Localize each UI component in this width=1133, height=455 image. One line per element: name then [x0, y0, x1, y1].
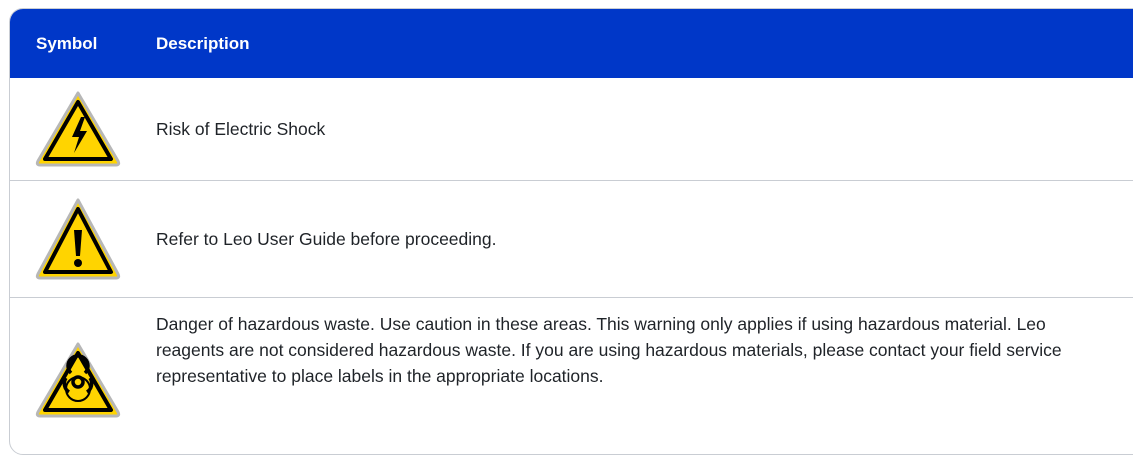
electric-shock-warning-icon: [32, 87, 124, 171]
biohazard-warning-icon: [32, 340, 124, 420]
general-warning-icon: [32, 194, 124, 284]
table-row: Danger of hazardous waste. Use caution i…: [10, 298, 1133, 454]
table-row: Refer to Leo User Guide before proceedin…: [10, 181, 1133, 298]
description-cell: Risk of Electric Shock: [156, 119, 326, 139]
symbol-cell: [10, 87, 145, 171]
column-header-symbol: Symbol: [36, 33, 98, 53]
table-row: Risk of Electric Shock: [10, 78, 1133, 181]
symbol-cell: [10, 194, 145, 284]
description-cell: Refer to Leo User Guide before proceedin…: [156, 229, 497, 249]
symbols-table: Symbol Description Risk of Electric Shoc…: [9, 8, 1133, 455]
description-cell: Danger of hazardous waste. Use caution i…: [156, 314, 1062, 386]
symbol-cell: [10, 298, 145, 420]
table-header: Symbol Description: [10, 9, 1133, 78]
column-header-description: Description: [156, 33, 250, 53]
